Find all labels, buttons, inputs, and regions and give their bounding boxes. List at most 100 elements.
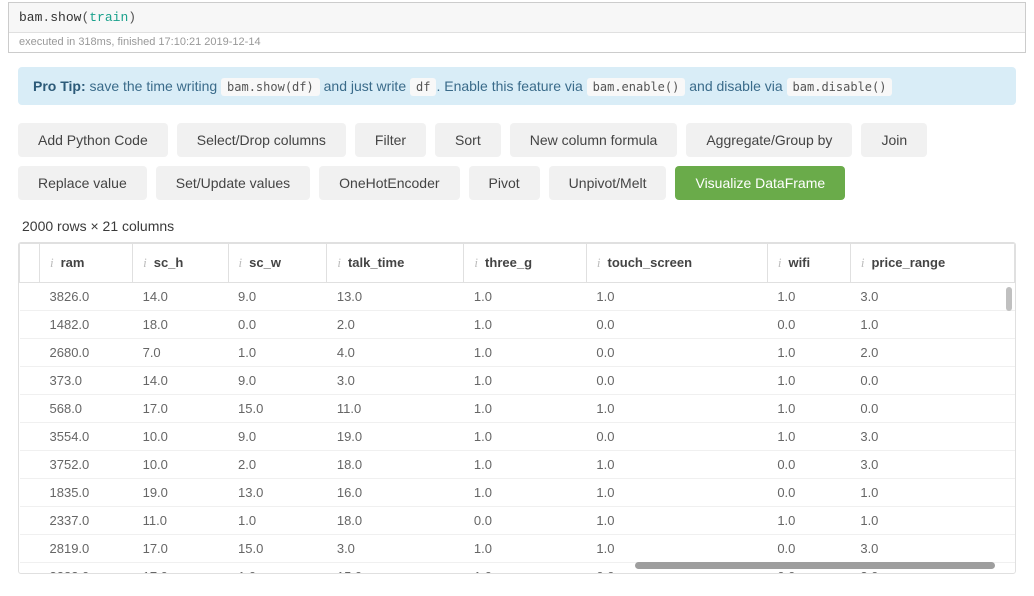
sort-button[interactable]: Sort (435, 123, 501, 157)
table-row[interactable]: 3826.014.09.013.01.01.01.03.0 (20, 283, 1015, 311)
column-header-touch_screen[interactable]: itouch_screen (586, 244, 767, 283)
column-header-three_g[interactable]: i three_g (464, 244, 586, 283)
table-cell: 19.0 (133, 479, 228, 507)
table-cell: 0.0 (464, 507, 586, 535)
table-row[interactable]: 2819.017.015.03.01.01.00.03.0 (20, 535, 1015, 563)
table-body: 3826.014.09.013.01.01.01.03.01482.018.00… (20, 283, 1015, 574)
column-label: sc_w (249, 255, 281, 270)
column-label: three_g (485, 255, 532, 270)
table-cell: 2.0 (327, 311, 464, 339)
table-cell: 9.0 (228, 423, 327, 451)
table-cell: 3752.0 (40, 451, 133, 479)
vertical-scrollbar-thumb[interactable] (1006, 287, 1012, 311)
table-cell: 0.0 (586, 367, 767, 395)
table-cell: 1.0 (464, 395, 586, 423)
shape-text: 2000 rows × 21 columns (18, 218, 1016, 234)
index-cell (20, 479, 40, 507)
onehot-button[interactable]: OneHotEncoder (319, 166, 459, 200)
protip-code: bam.disable() (787, 78, 893, 96)
index-cell (20, 451, 40, 479)
visualize-button[interactable]: Visualize DataFrame (675, 166, 845, 200)
table-cell: 13.0 (228, 479, 327, 507)
aggregate-button[interactable]: Aggregate/Group by (686, 123, 852, 157)
table-cell: 0.0 (767, 311, 850, 339)
table-cell: 1.0 (767, 423, 850, 451)
code-method: show (50, 10, 81, 25)
table-cell: 1.0 (586, 451, 767, 479)
table-cell: 3.0 (327, 367, 464, 395)
unpivot-button[interactable]: Unpivot/Melt (549, 166, 667, 200)
column-label: wifi (788, 255, 810, 270)
table-cell: 1.0 (586, 535, 767, 563)
code-input[interactable]: bam.show(train) (9, 3, 1025, 33)
select-drop-button[interactable]: Select/Drop columns (177, 123, 346, 157)
table-row[interactable]: 1482.018.00.02.01.00.00.01.0 (20, 311, 1015, 339)
code-obj: bam (19, 10, 42, 25)
table-cell: 0.0 (767, 535, 850, 563)
table-cell: 1.0 (464, 367, 586, 395)
table-row[interactable]: 1835.019.013.016.01.01.00.01.0 (20, 479, 1015, 507)
table-cell: 0.0 (586, 311, 767, 339)
filter-button[interactable]: Filter (355, 123, 426, 157)
table-cell: 1835.0 (40, 479, 133, 507)
column-header-sc_w[interactable]: i sc_w (228, 244, 327, 283)
table-cell: 10.0 (133, 451, 228, 479)
type-icon: i (143, 255, 147, 270)
table-cell: 16.0 (327, 479, 464, 507)
horizontal-scrollbar-thumb[interactable] (635, 562, 995, 569)
table-cell: 14.0 (133, 367, 228, 395)
table-row[interactable]: 373.014.09.03.01.00.01.00.0 (20, 367, 1015, 395)
table-cell: 1.0 (464, 451, 586, 479)
join-button[interactable]: Join (861, 123, 927, 157)
table-cell: 10.0 (133, 423, 228, 451)
index-cell (20, 339, 40, 367)
pivot-button[interactable]: Pivot (469, 166, 540, 200)
protip-label: Pro Tip: (33, 78, 86, 94)
table-scroll[interactable]: iramisc_hisc_witalk_timeithree_gitouch_s… (19, 243, 1015, 573)
table-cell: 1.0 (464, 311, 586, 339)
table-cell: 1482.0 (40, 311, 133, 339)
index-cell (20, 423, 40, 451)
type-icon: i (337, 255, 341, 270)
table-cell: 0.0 (850, 367, 1014, 395)
column-header-sc_h[interactable]: isc_h (133, 244, 228, 283)
replace-value-button[interactable]: Replace value (18, 166, 147, 200)
table-row[interactable]: 3752.010.02.018.01.01.00.03.0 (20, 451, 1015, 479)
table-cell: 1.0 (464, 423, 586, 451)
table-cell: 9.0 (228, 367, 327, 395)
table-row[interactable]: 2680.07.01.04.01.00.01.02.0 (20, 339, 1015, 367)
table-cell: 0.0 (228, 311, 327, 339)
table-cell: 1.0 (464, 535, 586, 563)
table-row[interactable]: 2337.011.01.018.00.01.01.01.0 (20, 507, 1015, 535)
type-icon: i (474, 255, 478, 270)
type-icon: i (239, 255, 243, 270)
table-cell: 1.0 (586, 283, 767, 311)
column-header-ram[interactable]: iram (40, 244, 133, 283)
table-cell: 4.0 (327, 339, 464, 367)
table-cell: 3826.0 (40, 283, 133, 311)
column-header-wifi[interactable]: iwifi (767, 244, 850, 283)
column-header-talk_time[interactable]: italk_time (327, 244, 464, 283)
protip-code: bam.show(df) (221, 78, 320, 96)
table-row[interactable]: 3554.010.09.019.01.00.01.03.0 (20, 423, 1015, 451)
table-cell: 568.0 (40, 395, 133, 423)
set-update-button[interactable]: Set/Update values (156, 166, 310, 200)
table-cell: 1.0 (228, 507, 327, 535)
table-cell: 3.0 (850, 283, 1014, 311)
add-python-button[interactable]: Add Python Code (18, 123, 168, 157)
index-cell (20, 507, 40, 535)
new-column-button[interactable]: New column formula (510, 123, 678, 157)
table-cell: 3283.0 (40, 563, 133, 574)
table-row[interactable]: 568.017.015.011.01.01.01.00.0 (20, 395, 1015, 423)
table-cell: 17.0 (133, 535, 228, 563)
table-cell: 18.0 (327, 507, 464, 535)
column-header-price_range[interactable]: iprice_range (850, 244, 1014, 283)
table-cell: 3.0 (327, 535, 464, 563)
table-cell: 11.0 (133, 507, 228, 535)
table-cell: 14.0 (133, 283, 228, 311)
column-label: price_range (871, 255, 945, 270)
table-cell: 15.0 (327, 563, 464, 574)
table-cell: 18.0 (327, 451, 464, 479)
index-header[interactable] (20, 244, 40, 283)
dataframe-table-wrapper: iramisc_hisc_witalk_timeithree_gitouch_s… (18, 242, 1016, 574)
